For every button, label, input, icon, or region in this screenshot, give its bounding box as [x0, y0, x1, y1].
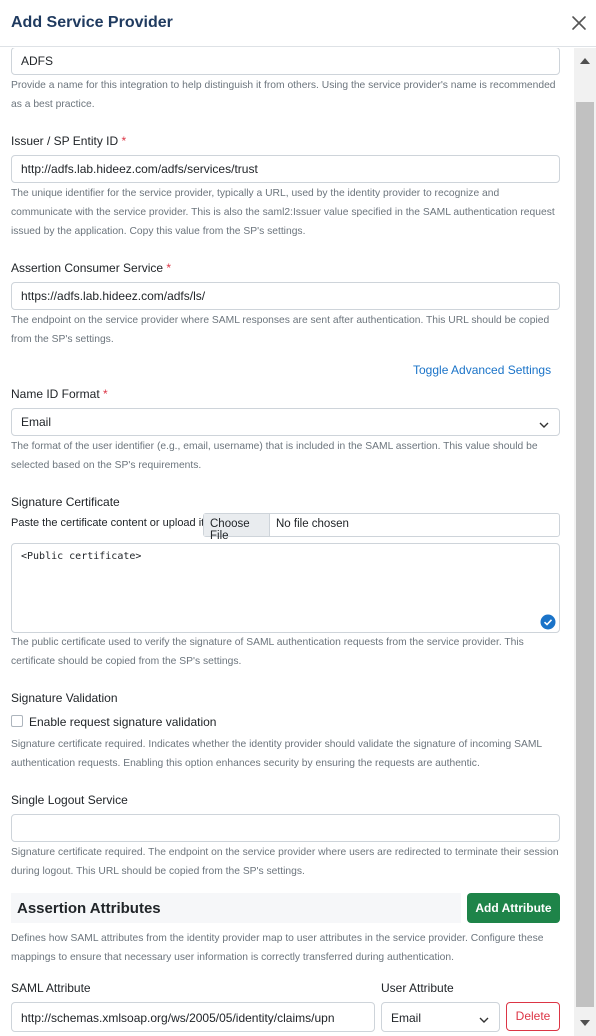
issuer-input-value: http://adfs.lab.hideez.com/adfs/services… [21, 162, 258, 176]
scroll-up-arrow-icon[interactable] [574, 54, 596, 68]
certificate-placeholder: <Public certificate> [21, 551, 142, 562]
nameid-select[interactable]: Email [11, 408, 560, 436]
delete-attribute-button[interactable]: Delete [506, 1002, 560, 1031]
dialog-title: Add Service Provider [11, 14, 173, 31]
required-mark: * [166, 261, 172, 275]
enable-signature-validation-label[interactable]: Enable request signature validation [29, 715, 216, 729]
file-status: No file chosen [276, 518, 349, 530]
chevron-down-icon [539, 418, 549, 428]
dialog-body: ADFS Provide a name for this integration… [0, 48, 574, 1036]
issuer-label-text: Issuer / SP Entity ID [11, 134, 119, 148]
nameid-label: Name ID Format * [11, 387, 108, 401]
saml-attribute-label: SAML Attribute [11, 981, 91, 995]
acs-label-text: Assertion Consumer Service [11, 261, 164, 275]
dialog-header: Add Service Provider [0, 0, 596, 47]
user-attribute-selected: Email [391, 1011, 422, 1025]
single-logout-input[interactable] [11, 814, 560, 842]
required-mark: * [103, 387, 108, 401]
certificate-help: The public certificate used to verify th… [11, 637, 524, 667]
close-icon[interactable] [569, 13, 589, 33]
chevron-down-icon [479, 1013, 489, 1023]
scrollbar-thumb[interactable] [576, 102, 594, 1007]
user-attribute-select[interactable]: Email [381, 1002, 500, 1032]
acs-help: The endpoint on the service provider whe… [11, 315, 550, 345]
enable-signature-validation-checkbox[interactable] [11, 715, 23, 727]
single-logout-label: Single Logout Service [11, 793, 128, 807]
issuer-help: The unique identifier for the service pr… [11, 188, 555, 237]
certificate-textarea[interactable]: <Public certificate> [11, 543, 560, 633]
required-mark: * [121, 134, 127, 148]
signature-validation-label: Signature Validation [11, 691, 118, 705]
assertion-attributes-title: Assertion Attributes [17, 900, 161, 917]
issuer-input[interactable]: http://adfs.lab.hideez.com/adfs/services… [11, 155, 560, 183]
add-attribute-button[interactable]: Add Attribute [467, 893, 560, 923]
issuer-label: Issuer / SP Entity ID * [11, 134, 126, 148]
verified-check-icon [540, 614, 556, 630]
single-logout-help: Signature certificate required. The endp… [11, 847, 559, 877]
acs-input[interactable]: https://adfs.lab.hideez.com/adfs/ls/ [11, 282, 560, 310]
user-attribute-label: User Attribute [381, 981, 454, 995]
signature-certificate-label: Signature Certificate [11, 495, 120, 509]
saml-attribute-input[interactable]: http://schemas.xmlsoap.org/ws/2005/05/id… [11, 1002, 375, 1032]
scrollbar[interactable] [574, 48, 596, 1036]
name-input-value: ADFS [21, 54, 54, 68]
nameid-label-text: Name ID Format [11, 387, 100, 401]
toggle-advanced-settings-link[interactable]: Toggle Advanced Settings [413, 363, 551, 377]
name-input[interactable]: ADFS [11, 48, 560, 75]
choose-file-button[interactable]: Choose File [204, 514, 270, 542]
assertion-attributes-header: Assertion Attributes [11, 893, 461, 923]
name-help: Provide a name for this integration to h… [11, 80, 556, 110]
acs-input-value: https://adfs.lab.hideez.com/adfs/ls/ [21, 289, 206, 303]
paste-certificate-label: Paste the certificate content or upload … [11, 517, 205, 529]
saml-attribute-value: http://schemas.xmlsoap.org/ws/2005/05/id… [21, 1011, 335, 1025]
certificate-file-input[interactable]: Choose File No file chosen [203, 513, 560, 542]
assertion-attributes-help: Defines how SAML attributes from the ide… [11, 933, 544, 963]
nameid-selected-value: Email [21, 415, 52, 429]
signature-validation-help: Signature certificate required. Indicate… [11, 739, 542, 769]
nameid-help: The format of the user identifier (e.g.,… [11, 441, 538, 471]
acs-label: Assertion Consumer Service * [11, 261, 171, 275]
scroll-down-arrow-icon[interactable] [574, 1016, 596, 1030]
